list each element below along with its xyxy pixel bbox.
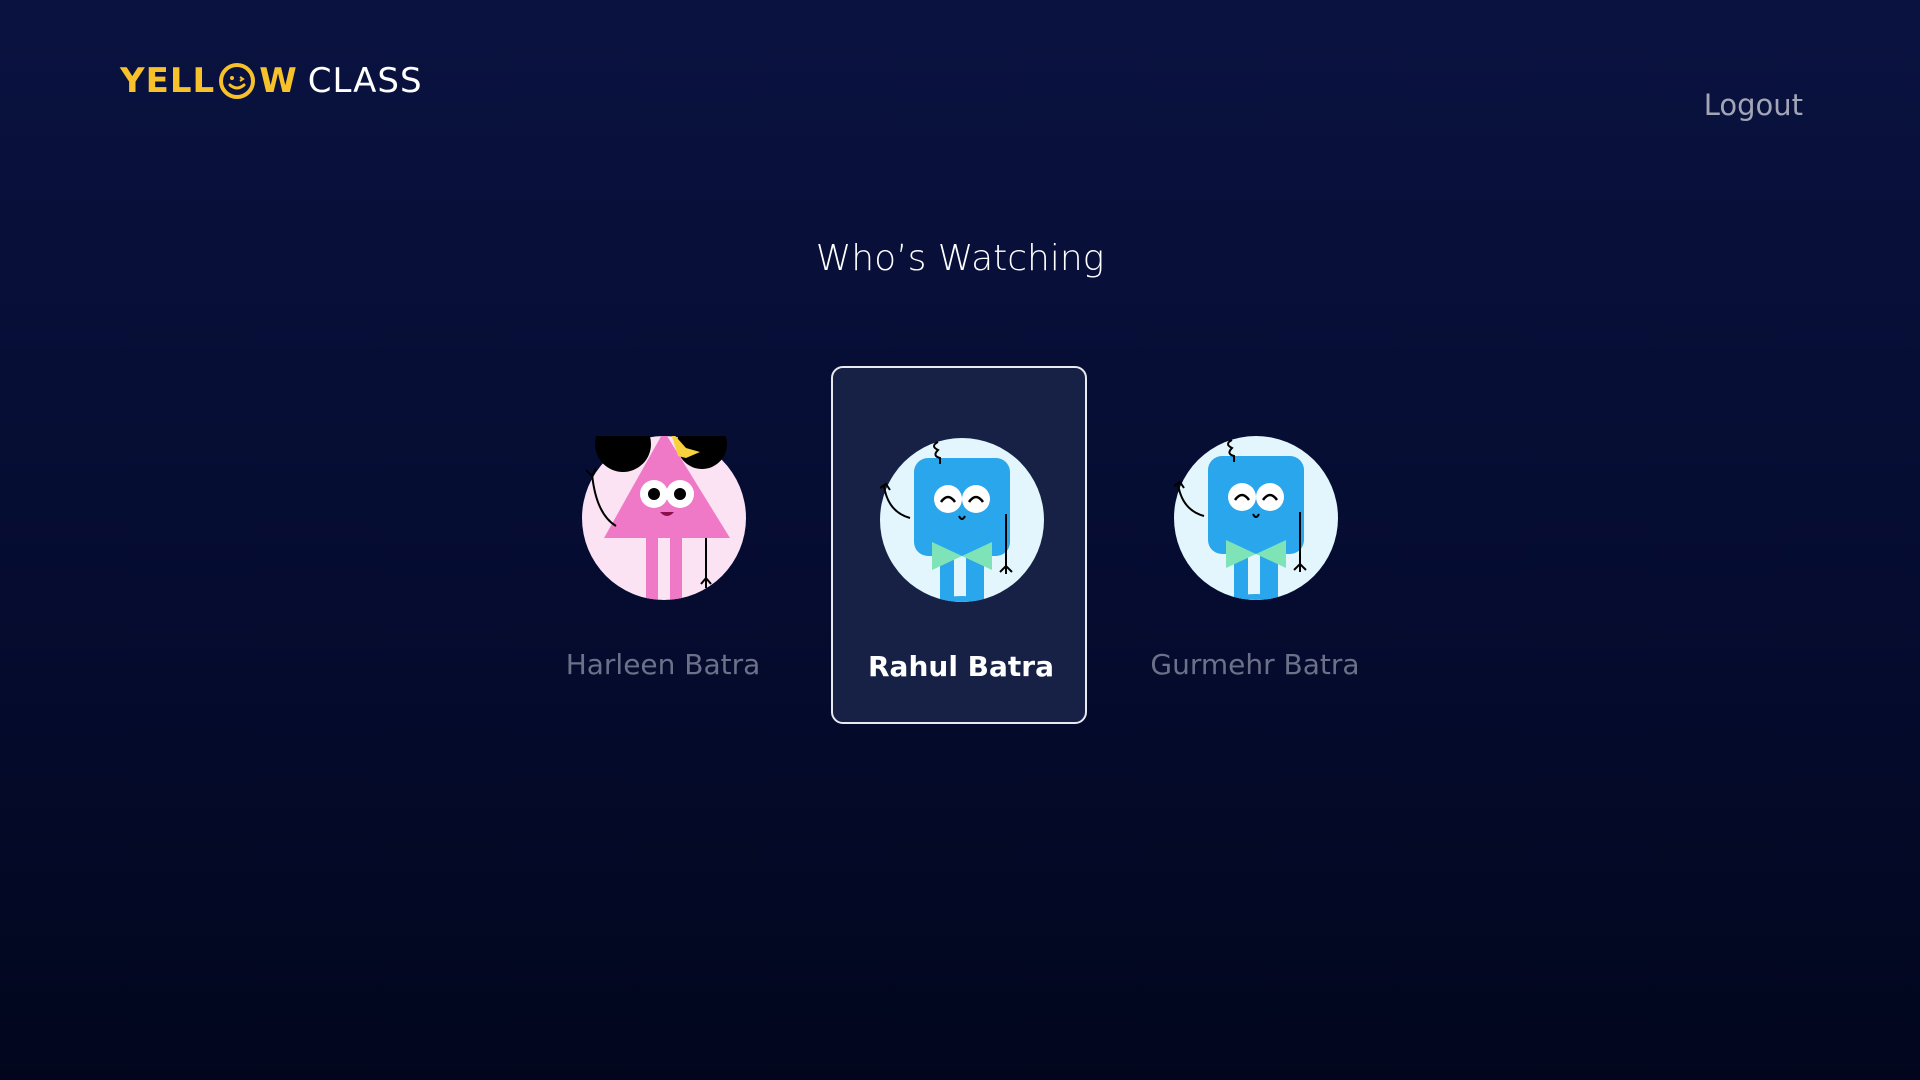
yellow-class-logo[interactable]: YELL W CLASS	[120, 60, 423, 102]
profile-name: Harleen Batra	[565, 648, 761, 681]
pink-triangle-character-icon	[582, 436, 746, 600]
profile-list: Harleen Batra Rahul Batra Gurmehr Batra	[535, 366, 1385, 726]
page-title: Who’s Watching	[815, 238, 1105, 279]
profile-name: Rahul Batra	[868, 650, 1054, 683]
logout-button[interactable]: Logout	[1704, 88, 1803, 122]
profile-card-gurmehr[interactable]: Gurmehr Batra	[1127, 366, 1383, 724]
logo-yellow-text: YELL W	[120, 61, 298, 101]
blue-square-character-icon	[880, 438, 1044, 602]
profile-card-rahul[interactable]: Rahul Batra	[831, 366, 1087, 724]
smiley-o-icon	[219, 63, 256, 99]
profile-card-harleen[interactable]: Harleen Batra	[535, 366, 791, 724]
logo-text-yell: YELL	[120, 61, 216, 101]
logo-text-class: CLASS	[307, 61, 423, 101]
blue-square-character-icon	[1174, 436, 1338, 600]
profile-name: Gurmehr Batra	[1150, 648, 1360, 681]
logo-text-w: W	[259, 61, 298, 101]
